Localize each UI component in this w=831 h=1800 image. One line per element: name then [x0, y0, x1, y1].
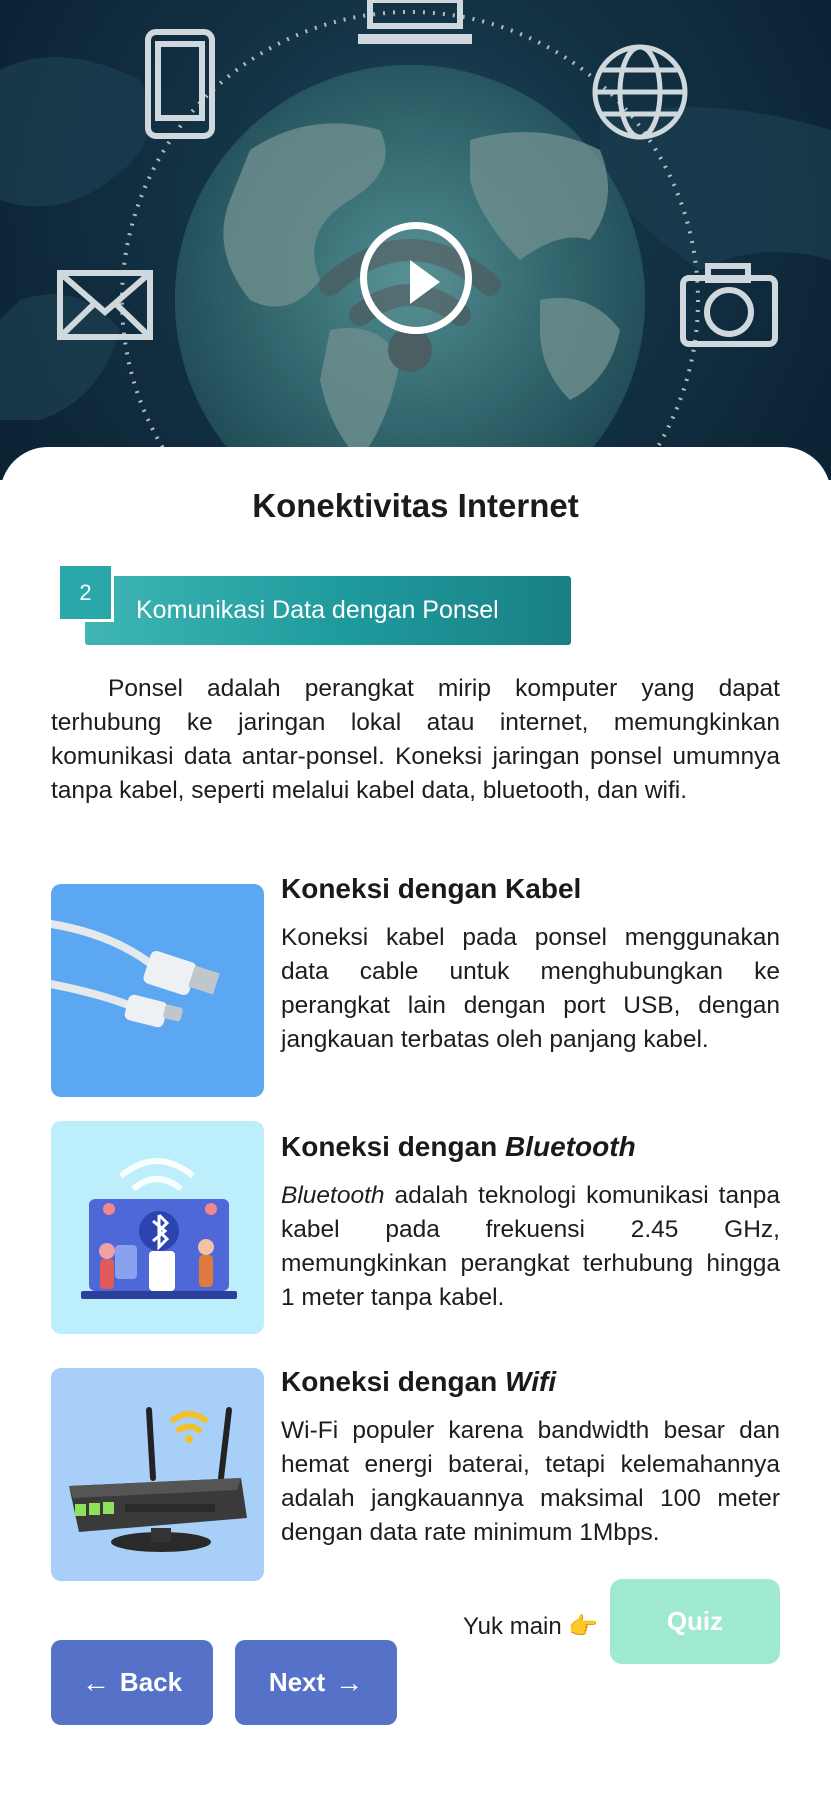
item-title-prefix: Koneksi dengan [281, 1366, 506, 1397]
item-title-bluetooth: Koneksi dengan Bluetooth [281, 1131, 636, 1163]
item-title-kabel: Koneksi dengan Kabel [281, 873, 581, 905]
wifi-router-image [51, 1368, 264, 1581]
pointing-hand-icon: 👉 [568, 1613, 599, 1640]
back-button[interactable]: ← Back [51, 1640, 213, 1725]
hero-video[interactable] [0, 0, 831, 480]
page-title: Konektivitas Internet [252, 487, 579, 524]
item-title-prefix: Koneksi dengan [281, 873, 506, 904]
item-title-emphasis: Bluetooth [505, 1131, 636, 1162]
next-button[interactable]: Next → [235, 1640, 397, 1725]
item-title-wifi: Koneksi dengan Wifi [281, 1366, 556, 1398]
arrow-right-icon: → [335, 1666, 364, 1698]
intro-paragraph: Ponsel adalah perangkat mirip komputer y… [51, 675, 780, 804]
play-button[interactable] [360, 222, 472, 334]
item-text-emphasis: Bluetooth [281, 1182, 385, 1209]
next-button-label: Next [268, 1667, 326, 1697]
item-title-emphasis: Wifi [505, 1366, 557, 1397]
item-text-wifi: Wi-Fi populer karena bandwidth besar dan… [281, 1417, 780, 1546]
arrow-left-icon: ← [81, 1666, 110, 1698]
item-title-prefix: Koneksi dengan [281, 1131, 506, 1162]
item-text-kabel: Koneksi kabel pada ponsel menggunakan da… [281, 924, 780, 1053]
item-text-bluetooth: Bluetooth adalah teknologi komunikasi ta… [281, 1179, 780, 1315]
quiz-button[interactable]: Quiz [610, 1579, 780, 1664]
section-number-badge: 2 [57, 563, 114, 622]
quiz-prompt-text: Yuk main [463, 1613, 562, 1640]
quiz-prompt: Yuk main 👉 [463, 1612, 598, 1641]
usb-cable-image [51, 884, 264, 1097]
item-title-emphasis: Kabel [505, 873, 582, 904]
back-button-label: Back [119, 1667, 183, 1697]
section-title: Komunikasi Data dengan Ponsel [136, 596, 499, 624]
bluetooth-image [51, 1121, 264, 1334]
